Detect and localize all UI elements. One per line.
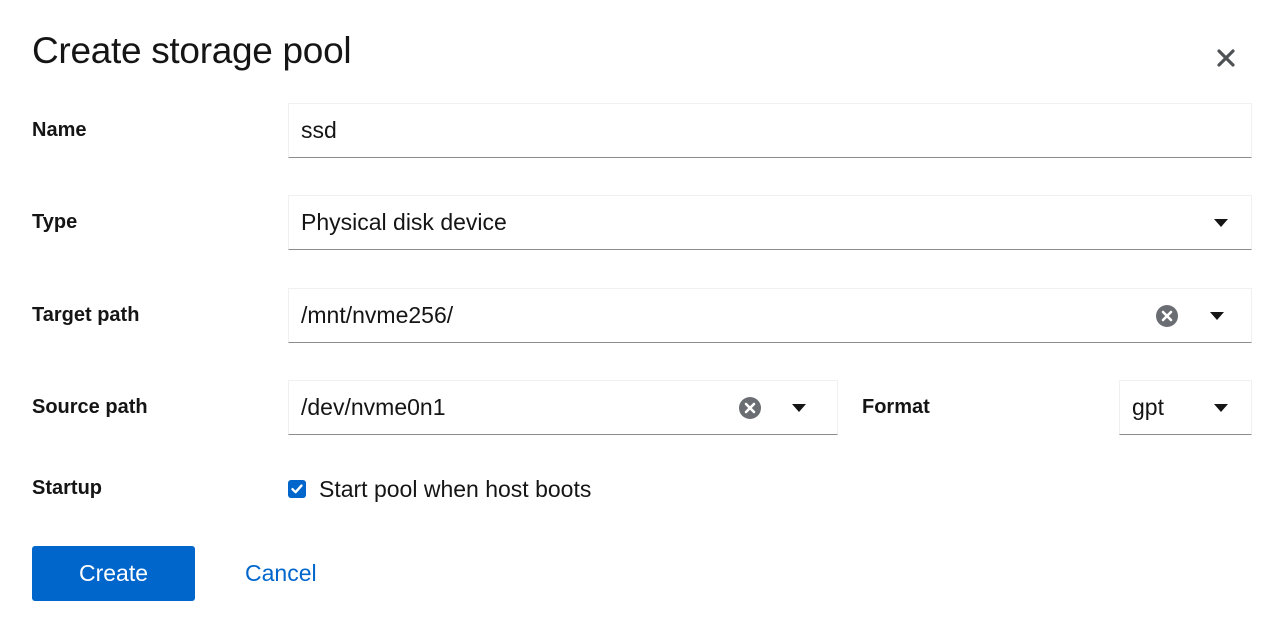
close-button[interactable]	[1208, 40, 1244, 76]
caret-down-icon	[792, 403, 806, 412]
clear-circle-icon	[739, 396, 761, 419]
format-select-value: gpt	[1132, 394, 1164, 420]
name-field[interactable]	[288, 103, 1252, 158]
startup-label: Startup	[32, 477, 102, 499]
source-path-combobox[interactable]: /dev/nvme0n1	[288, 380, 838, 435]
type-select-value: Physical disk device	[301, 209, 507, 235]
target-path-combobox[interactable]: /mnt/nvme256/	[288, 288, 1252, 343]
create-button[interactable]: Create	[32, 546, 195, 601]
name-label: Name	[32, 119, 87, 141]
start-on-boot-label[interactable]: Start pool when host boots	[319, 476, 591, 503]
clear-circle-icon	[1156, 304, 1178, 327]
caret-down-icon	[1214, 403, 1228, 412]
caret-down-icon	[1214, 218, 1228, 227]
format-select[interactable]: gpt	[1119, 380, 1252, 435]
source-path-clear-button[interactable]	[736, 394, 764, 422]
dialog-title: Create storage pool	[32, 30, 352, 71]
source-path-label: Source path	[32, 396, 148, 418]
format-label: Format	[862, 396, 930, 418]
type-select[interactable]: Physical disk device	[288, 195, 1252, 250]
cancel-button[interactable]: Cancel	[245, 560, 317, 587]
checkmark-icon	[291, 484, 303, 494]
source-path-value: /dev/nvme0n1	[301, 394, 446, 420]
caret-down-icon	[1210, 311, 1224, 320]
format-toggle[interactable]	[1207, 394, 1235, 422]
type-toggle[interactable]	[1207, 209, 1235, 237]
source-path-toggle[interactable]	[785, 394, 813, 422]
type-label: Type	[32, 211, 78, 233]
close-icon	[1217, 49, 1235, 67]
target-path-clear-button[interactable]	[1153, 302, 1181, 330]
name-input[interactable]	[289, 104, 1251, 157]
target-path-value: /mnt/nvme256/	[301, 302, 454, 328]
start-on-boot-checkbox[interactable]	[288, 480, 306, 498]
target-path-label: Target path	[32, 304, 140, 326]
create-storage-pool-dialog: Create storage pool Name Type Physical d…	[0, 0, 1280, 622]
target-path-toggle[interactable]	[1203, 302, 1231, 330]
